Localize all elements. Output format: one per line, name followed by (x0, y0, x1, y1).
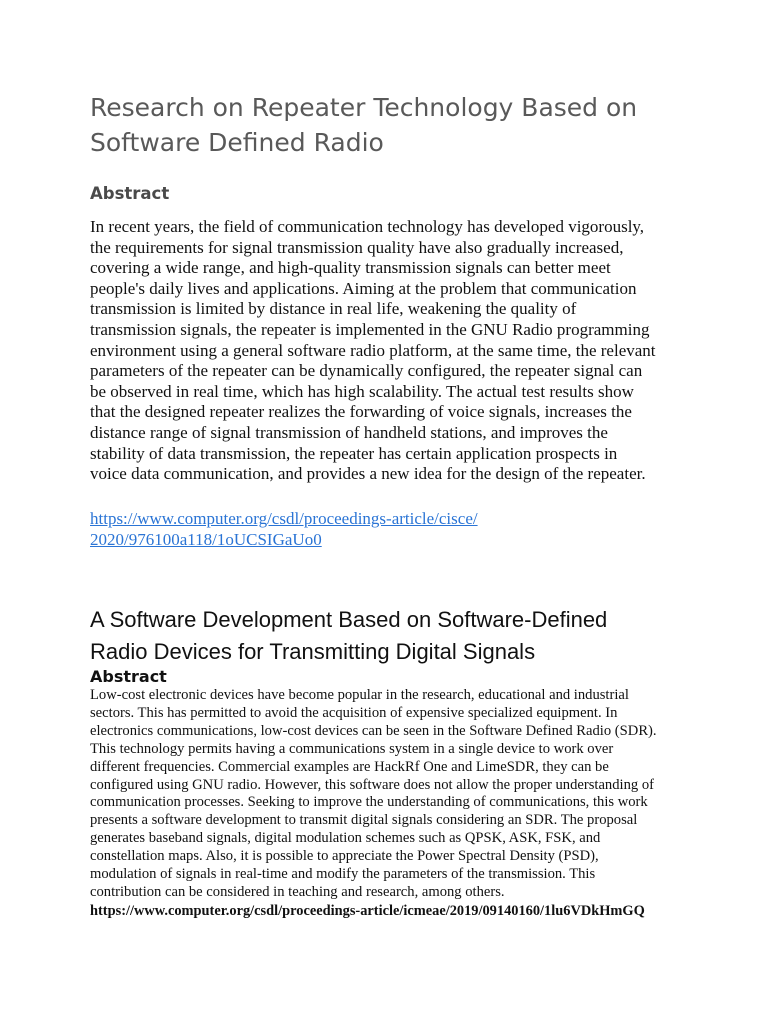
article1-link[interactable]: https://www.computer.org/csdl/proceeding… (90, 508, 478, 550)
abstract-line: Low-cost electronic devices have become … (90, 687, 629, 703)
abstract-line: constellation maps. Also, it is possible… (90, 848, 599, 865)
link-line[interactable]: 2020/976100a118/1oUCSIGaUo0 (90, 529, 478, 550)
abstract-line: generates baseband signals, digital modu… (90, 830, 601, 847)
abstract-line: transmission signals, the repeater is im… (90, 319, 650, 339)
article1-title: Research on Repeater Technology Based on… (90, 90, 637, 160)
title-line: Radio Devices for Transmitting Digital S… (90, 639, 536, 664)
article2-abstract-body: Low-cost electronic devices have become … (90, 687, 657, 902)
abstract-line: modulation of signals in real-time and m… (90, 866, 596, 883)
abstract-line: communication processes. Seeking to impr… (90, 794, 648, 811)
title-line: A Software Development Based on Software… (90, 607, 608, 632)
abstract-line: covering a wide range, and high-quality … (90, 258, 611, 278)
article2-link[interactable]: https://www.computer.org/csdl/proceeding… (90, 903, 645, 920)
article1-abstract-body: In recent years, the field of communicat… (90, 217, 656, 485)
abstract-line: distance range of signal transmission of… (90, 422, 608, 442)
abstract-line: transmission is limited by distance in r… (90, 299, 577, 319)
link-line[interactable]: https://www.computer.org/csdl/proceeding… (90, 508, 478, 529)
title-line: Research on Repeater Technology Based on (90, 93, 638, 122)
abstract-line: that the designed repeater realizes the … (90, 402, 632, 422)
abstract-line: presents a software development to trans… (90, 812, 638, 829)
abstract-line: In recent years, the field of communicat… (90, 217, 645, 236)
article2-abstract-heading: Abstract (90, 667, 167, 686)
abstract-line: be observed in real time, which has high… (90, 381, 634, 401)
abstract-line: the requirements for signal transmission… (90, 237, 624, 257)
abstract-line: sectors. This has permitted to avoid the… (90, 704, 618, 721)
abstract-line: stability of data transmission, the repe… (90, 443, 618, 463)
abstract-line: electronics communications, low-cost dev… (90, 722, 657, 739)
title-line: Software Defined Radio (90, 128, 384, 157)
abstract-line: parameters of the repeater can be dynami… (90, 361, 643, 381)
abstract-line: people's daily lives and applications. A… (90, 278, 637, 298)
abstract-line: environment using a general software rad… (90, 340, 656, 360)
abstract-line: contribution can be considered in teachi… (90, 883, 505, 900)
abstract-line: different frequencies. Commercial exampl… (90, 758, 609, 775)
abstract-line: configured using GNU radio. However, thi… (90, 776, 654, 793)
abstract-line: voice data communication, and provides a… (90, 464, 646, 484)
article1-abstract-heading: Abstract (90, 184, 170, 203)
article2-title: A Software Development Based on Software… (90, 604, 607, 668)
abstract-line: This technology permits having a communi… (90, 740, 614, 757)
